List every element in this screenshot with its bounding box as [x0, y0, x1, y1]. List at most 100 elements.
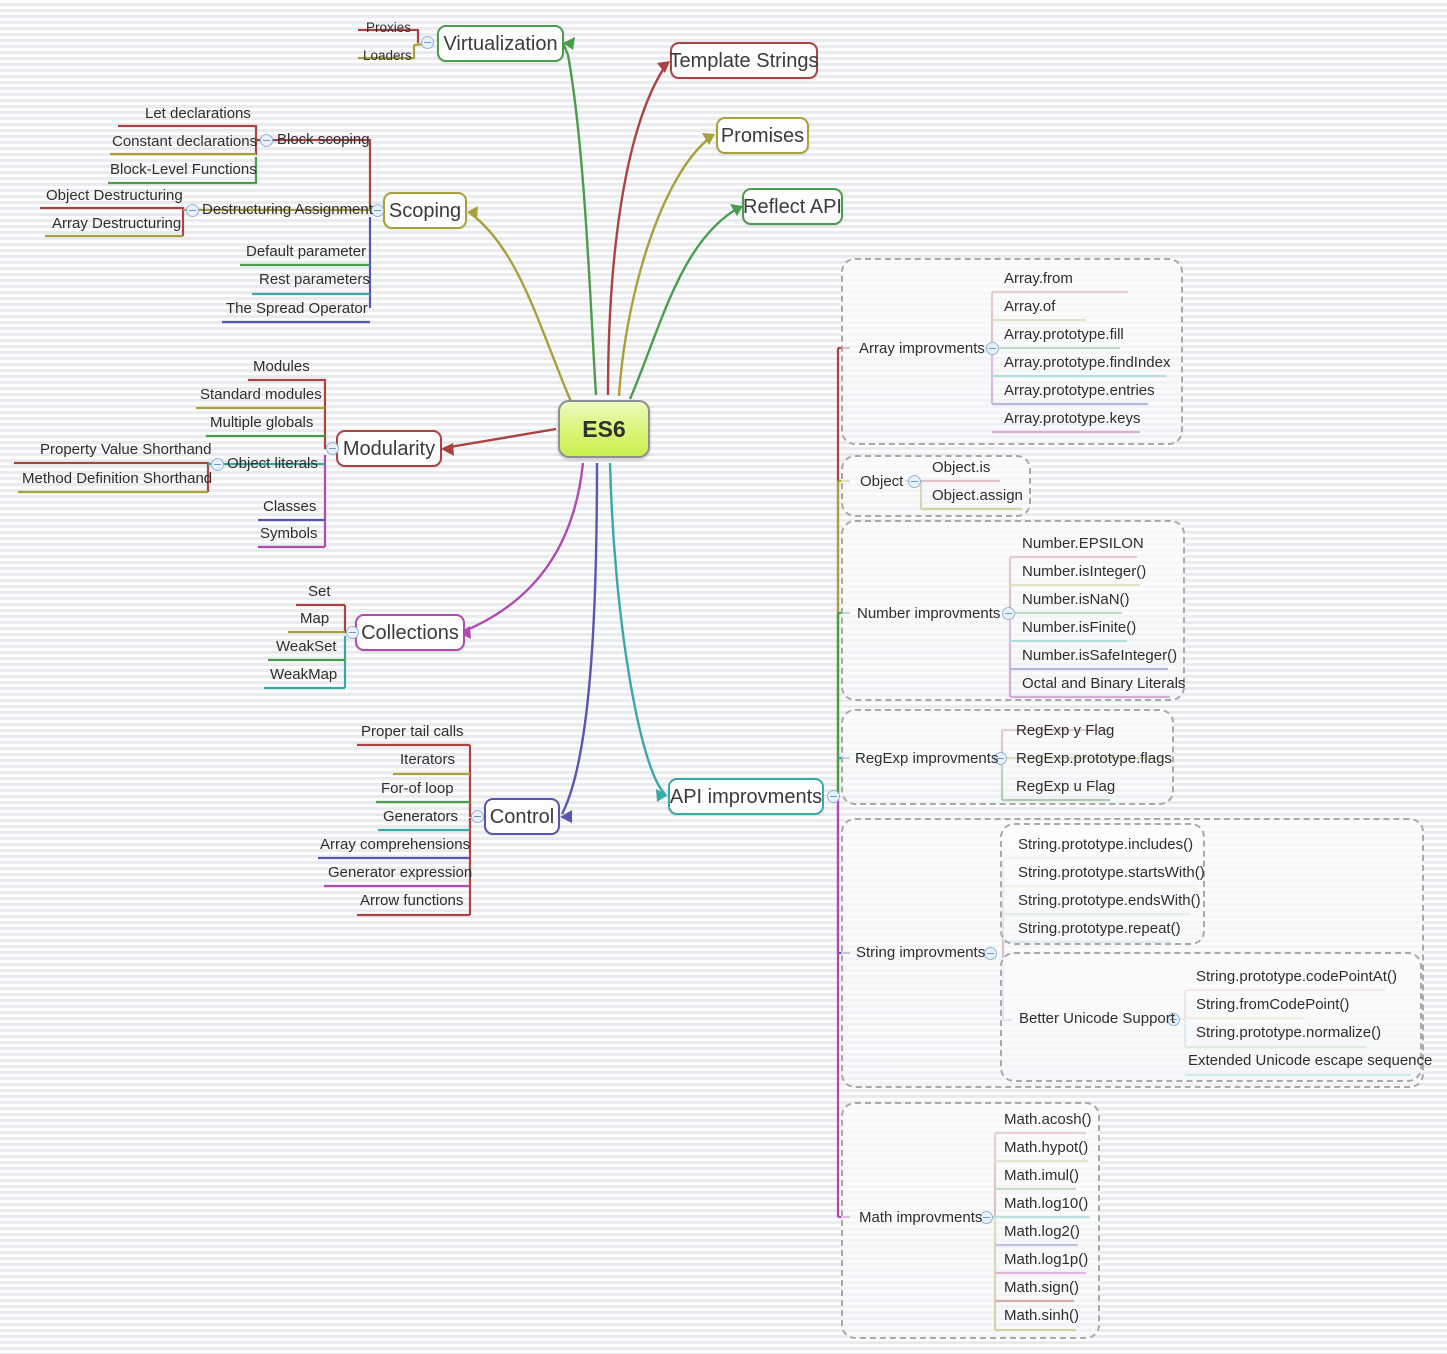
- leaf-string-fromcodepoint[interactable]: String.fromCodePoint(): [1196, 997, 1349, 1012]
- leaf-default-parameter[interactable]: Default parameter: [246, 244, 366, 259]
- leaf-object-destructuring[interactable]: Object Destructuring: [46, 188, 183, 203]
- leaf-array-prototype-findindex[interactable]: Array.prototype.findIndex: [1004, 355, 1170, 370]
- leaf-block-scoping[interactable]: Block scoping: [277, 132, 370, 147]
- leaf-destructuring-assignment[interactable]: Destructuring Assignment: [202, 202, 373, 217]
- node-modularity[interactable]: Modularity: [336, 430, 442, 467]
- node-promises[interactable]: Promises: [716, 117, 809, 154]
- leaf-better-unicode-support[interactable]: Better Unicode Support: [1019, 1011, 1175, 1026]
- leaf-object-assign[interactable]: Object.assign: [932, 488, 1023, 503]
- node-promises-label: Promises: [720, 124, 805, 147]
- leaf-math-improvements[interactable]: Math improvments: [859, 1210, 982, 1225]
- collapse-badge-api[interactable]: [827, 790, 840, 803]
- leaf-number-issafeinteger[interactable]: Number.isSafeInteger(): [1022, 648, 1177, 663]
- leaf-multiple-globals[interactable]: Multiple globals: [210, 415, 313, 430]
- leaf-number-epsilon[interactable]: Number.EPSILON: [1022, 536, 1144, 551]
- leaf-let-declarations[interactable]: Let declarations: [145, 106, 251, 121]
- collapse-badge-control[interactable]: [471, 810, 484, 823]
- node-scoping-label: Scoping: [388, 199, 462, 222]
- collapse-badge-string-improvements[interactable]: [984, 947, 997, 960]
- node-collections-label: Collections: [361, 621, 459, 644]
- leaf-number-isfinite[interactable]: Number.isFinite(): [1022, 620, 1136, 635]
- leaf-map[interactable]: Map: [300, 611, 329, 626]
- leaf-array-prototype-fill[interactable]: Array.prototype.fill: [1004, 327, 1124, 342]
- leaf-math-hypot[interactable]: Math.hypot(): [1004, 1140, 1088, 1155]
- leaf-number-improvements[interactable]: Number improvments: [857, 606, 1000, 621]
- leaf-generators[interactable]: Generators: [383, 809, 458, 824]
- leaf-math-acosh[interactable]: Math.acosh(): [1004, 1112, 1092, 1127]
- leaf-proxies[interactable]: Proxies: [366, 21, 411, 35]
- collapse-badge-virtualization[interactable]: [421, 36, 434, 49]
- leaf-array-improvements[interactable]: Array improvments: [859, 341, 985, 356]
- leaf-constant-declarations[interactable]: Constant declarations: [112, 134, 257, 149]
- leaf-string-improvements[interactable]: String improvments: [856, 945, 985, 960]
- node-reflect-api[interactable]: Reflect API: [742, 188, 843, 225]
- leaf-string-codepointat[interactable]: String.prototype.codePointAt(): [1196, 969, 1397, 984]
- leaf-octal-binary-literals[interactable]: Octal and Binary Literals: [1022, 676, 1185, 691]
- leaf-spread-operator[interactable]: The Spread Operator: [226, 301, 368, 316]
- leaf-regexp-improvements[interactable]: RegExp improvments: [855, 751, 998, 766]
- node-virtualization[interactable]: Virtualization: [437, 25, 564, 62]
- leaf-number-isnan[interactable]: Number.isNaN(): [1022, 592, 1130, 607]
- leaf-array-prototype-entries[interactable]: Array.prototype.entries: [1004, 383, 1155, 398]
- leaf-block-level-functions[interactable]: Block-Level Functions: [110, 162, 257, 177]
- leaf-array-of[interactable]: Array.of: [1004, 299, 1055, 314]
- node-scoping[interactable]: Scoping: [383, 192, 467, 229]
- collapse-badge-collections[interactable]: [346, 626, 359, 639]
- node-collections[interactable]: Collections: [355, 614, 465, 651]
- leaf-string-includes[interactable]: String.prototype.includes(): [1018, 837, 1193, 852]
- leaf-modules[interactable]: Modules: [253, 359, 310, 374]
- leaf-object-literals[interactable]: Object literals: [227, 456, 318, 471]
- leaf-math-log2[interactable]: Math.log2(): [1004, 1224, 1080, 1239]
- node-api-improvements[interactable]: API improvments: [668, 778, 824, 815]
- leaf-object-is[interactable]: Object.is: [932, 460, 990, 475]
- leaf-method-definition-shorthand[interactable]: Method Definition Shorthand: [22, 471, 212, 486]
- leaf-string-startswith[interactable]: String.prototype.startsWith(): [1018, 865, 1205, 880]
- leaf-weakset[interactable]: WeakSet: [276, 639, 337, 654]
- leaf-rest-parameters[interactable]: Rest parameters: [259, 272, 370, 287]
- leaf-set[interactable]: Set: [308, 584, 331, 599]
- leaf-math-imul[interactable]: Math.imul(): [1004, 1168, 1079, 1183]
- leaf-regexp-prototype-flags[interactable]: RegExp.prototype.flags: [1016, 751, 1172, 766]
- root-node-es6[interactable]: ES6: [558, 400, 650, 458]
- leaf-math-log1p[interactable]: Math.log1p(): [1004, 1252, 1088, 1267]
- node-modularity-label: Modularity: [342, 437, 436, 460]
- leaf-iterators[interactable]: Iterators: [400, 752, 455, 767]
- leaf-string-normalize[interactable]: String.prototype.normalize(): [1196, 1025, 1381, 1040]
- collapse-badge-object-literals[interactable]: [211, 458, 224, 471]
- mindmap-canvas: ES6 Virtualization Template Strings Prom…: [0, 0, 1447, 1354]
- leaf-weakmap[interactable]: WeakMap: [270, 667, 337, 682]
- leaf-math-log10[interactable]: Math.log10(): [1004, 1196, 1088, 1211]
- leaf-string-repeat[interactable]: String.prototype.repeat(): [1018, 921, 1181, 936]
- leaf-generator-expression[interactable]: Generator expression: [328, 865, 472, 880]
- leaf-symbols[interactable]: Symbols: [260, 526, 318, 541]
- leaf-number-isinteger[interactable]: Number.isInteger(): [1022, 564, 1146, 579]
- leaf-for-of-loop[interactable]: For-of loop: [381, 781, 454, 796]
- collapse-badge-block-scoping[interactable]: [260, 134, 273, 147]
- collapse-badge-object[interactable]: [908, 475, 921, 488]
- leaf-string-endswith[interactable]: String.prototype.endsWith(): [1018, 893, 1201, 908]
- leaf-regexp-y-flag[interactable]: RegExp y Flag: [1016, 723, 1114, 738]
- leaf-extended-unicode-escape[interactable]: Extended Unicode escape sequence: [1188, 1053, 1432, 1068]
- node-api-improvements-label: API improvments: [669, 785, 823, 808]
- leaf-regexp-u-flag[interactable]: RegExp u Flag: [1016, 779, 1115, 794]
- collapse-badge-number-improvements[interactable]: [1002, 607, 1015, 620]
- leaf-classes[interactable]: Classes: [263, 499, 316, 514]
- collapse-badge-destructuring[interactable]: [186, 204, 199, 217]
- root-label: ES6: [582, 415, 626, 442]
- leaf-array-prototype-keys[interactable]: Array.prototype.keys: [1004, 411, 1140, 426]
- leaf-array-destructuring[interactable]: Array Destructuring: [52, 216, 181, 231]
- collapse-badge-modularity[interactable]: [326, 442, 339, 455]
- leaf-standard-modules[interactable]: Standard modules: [200, 387, 322, 402]
- leaf-arrow-functions[interactable]: Arrow functions: [360, 893, 463, 908]
- leaf-math-sinh[interactable]: Math.sinh(): [1004, 1308, 1079, 1323]
- leaf-proper-tail-calls[interactable]: Proper tail calls: [361, 724, 464, 739]
- leaf-object[interactable]: Object: [860, 474, 903, 489]
- collapse-badge-array-improvements[interactable]: [986, 342, 999, 355]
- node-control[interactable]: Control: [484, 798, 560, 835]
- leaf-loaders[interactable]: Loaders: [363, 49, 412, 63]
- node-template-strings[interactable]: Template Strings: [670, 42, 818, 79]
- leaf-array-comprehensions[interactable]: Array comprehensions: [320, 837, 470, 852]
- leaf-property-value-shorthand[interactable]: Property Value Shorthand: [40, 442, 212, 457]
- leaf-math-sign[interactable]: Math.sign(): [1004, 1280, 1079, 1295]
- leaf-array-from[interactable]: Array.from: [1004, 271, 1073, 286]
